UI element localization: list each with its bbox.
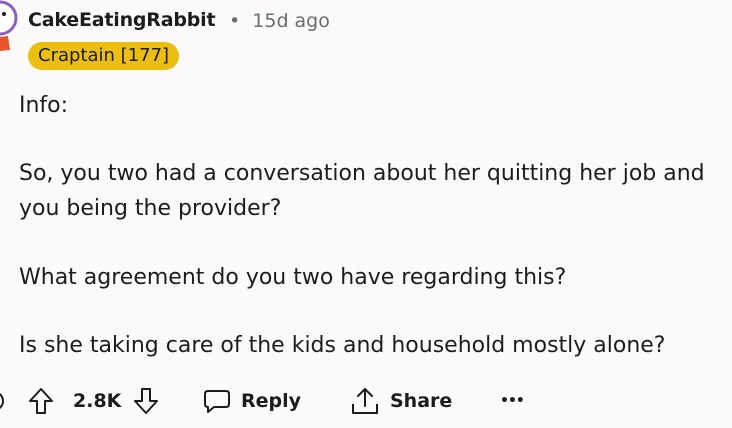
- comment-paragraph: Info:: [19, 93, 69, 118]
- upvote-icon: [29, 388, 53, 414]
- comment-meta: • 15d ago: [229, 10, 330, 32]
- avatar[interactable]: [0, 0, 20, 56]
- downvote-button[interactable]: [133, 381, 159, 421]
- comment-action-bar: 2.8K Reply Share •••: [0, 381, 732, 421]
- comment-paragraph: So, you two had a conversation about her…: [19, 161, 705, 221]
- reply-label: Reply: [241, 390, 302, 412]
- timestamp[interactable]: 15d ago: [252, 10, 330, 32]
- user-flair: Craptain [177]: [28, 42, 180, 70]
- share-button[interactable]: Share: [350, 381, 452, 421]
- vote-score: 2.8K: [73, 390, 122, 412]
- share-icon: [352, 388, 378, 414]
- upvote-button[interactable]: [28, 381, 54, 421]
- collapse-icon[interactable]: [0, 381, 6, 421]
- downvote-icon: [134, 388, 158, 414]
- author-name[interactable]: CakeEatingRabbit: [28, 9, 216, 31]
- reply-icon: [204, 390, 230, 413]
- more-icon[interactable]: •••: [500, 381, 525, 421]
- meta-separator: •: [229, 10, 241, 32]
- comment-paragraph: Is she taking care of the kids and house…: [19, 333, 666, 358]
- share-label: Share: [390, 390, 453, 412]
- reply-button[interactable]: Reply: [203, 381, 301, 421]
- comment-paragraph: What agreement do you two have regarding…: [19, 265, 567, 290]
